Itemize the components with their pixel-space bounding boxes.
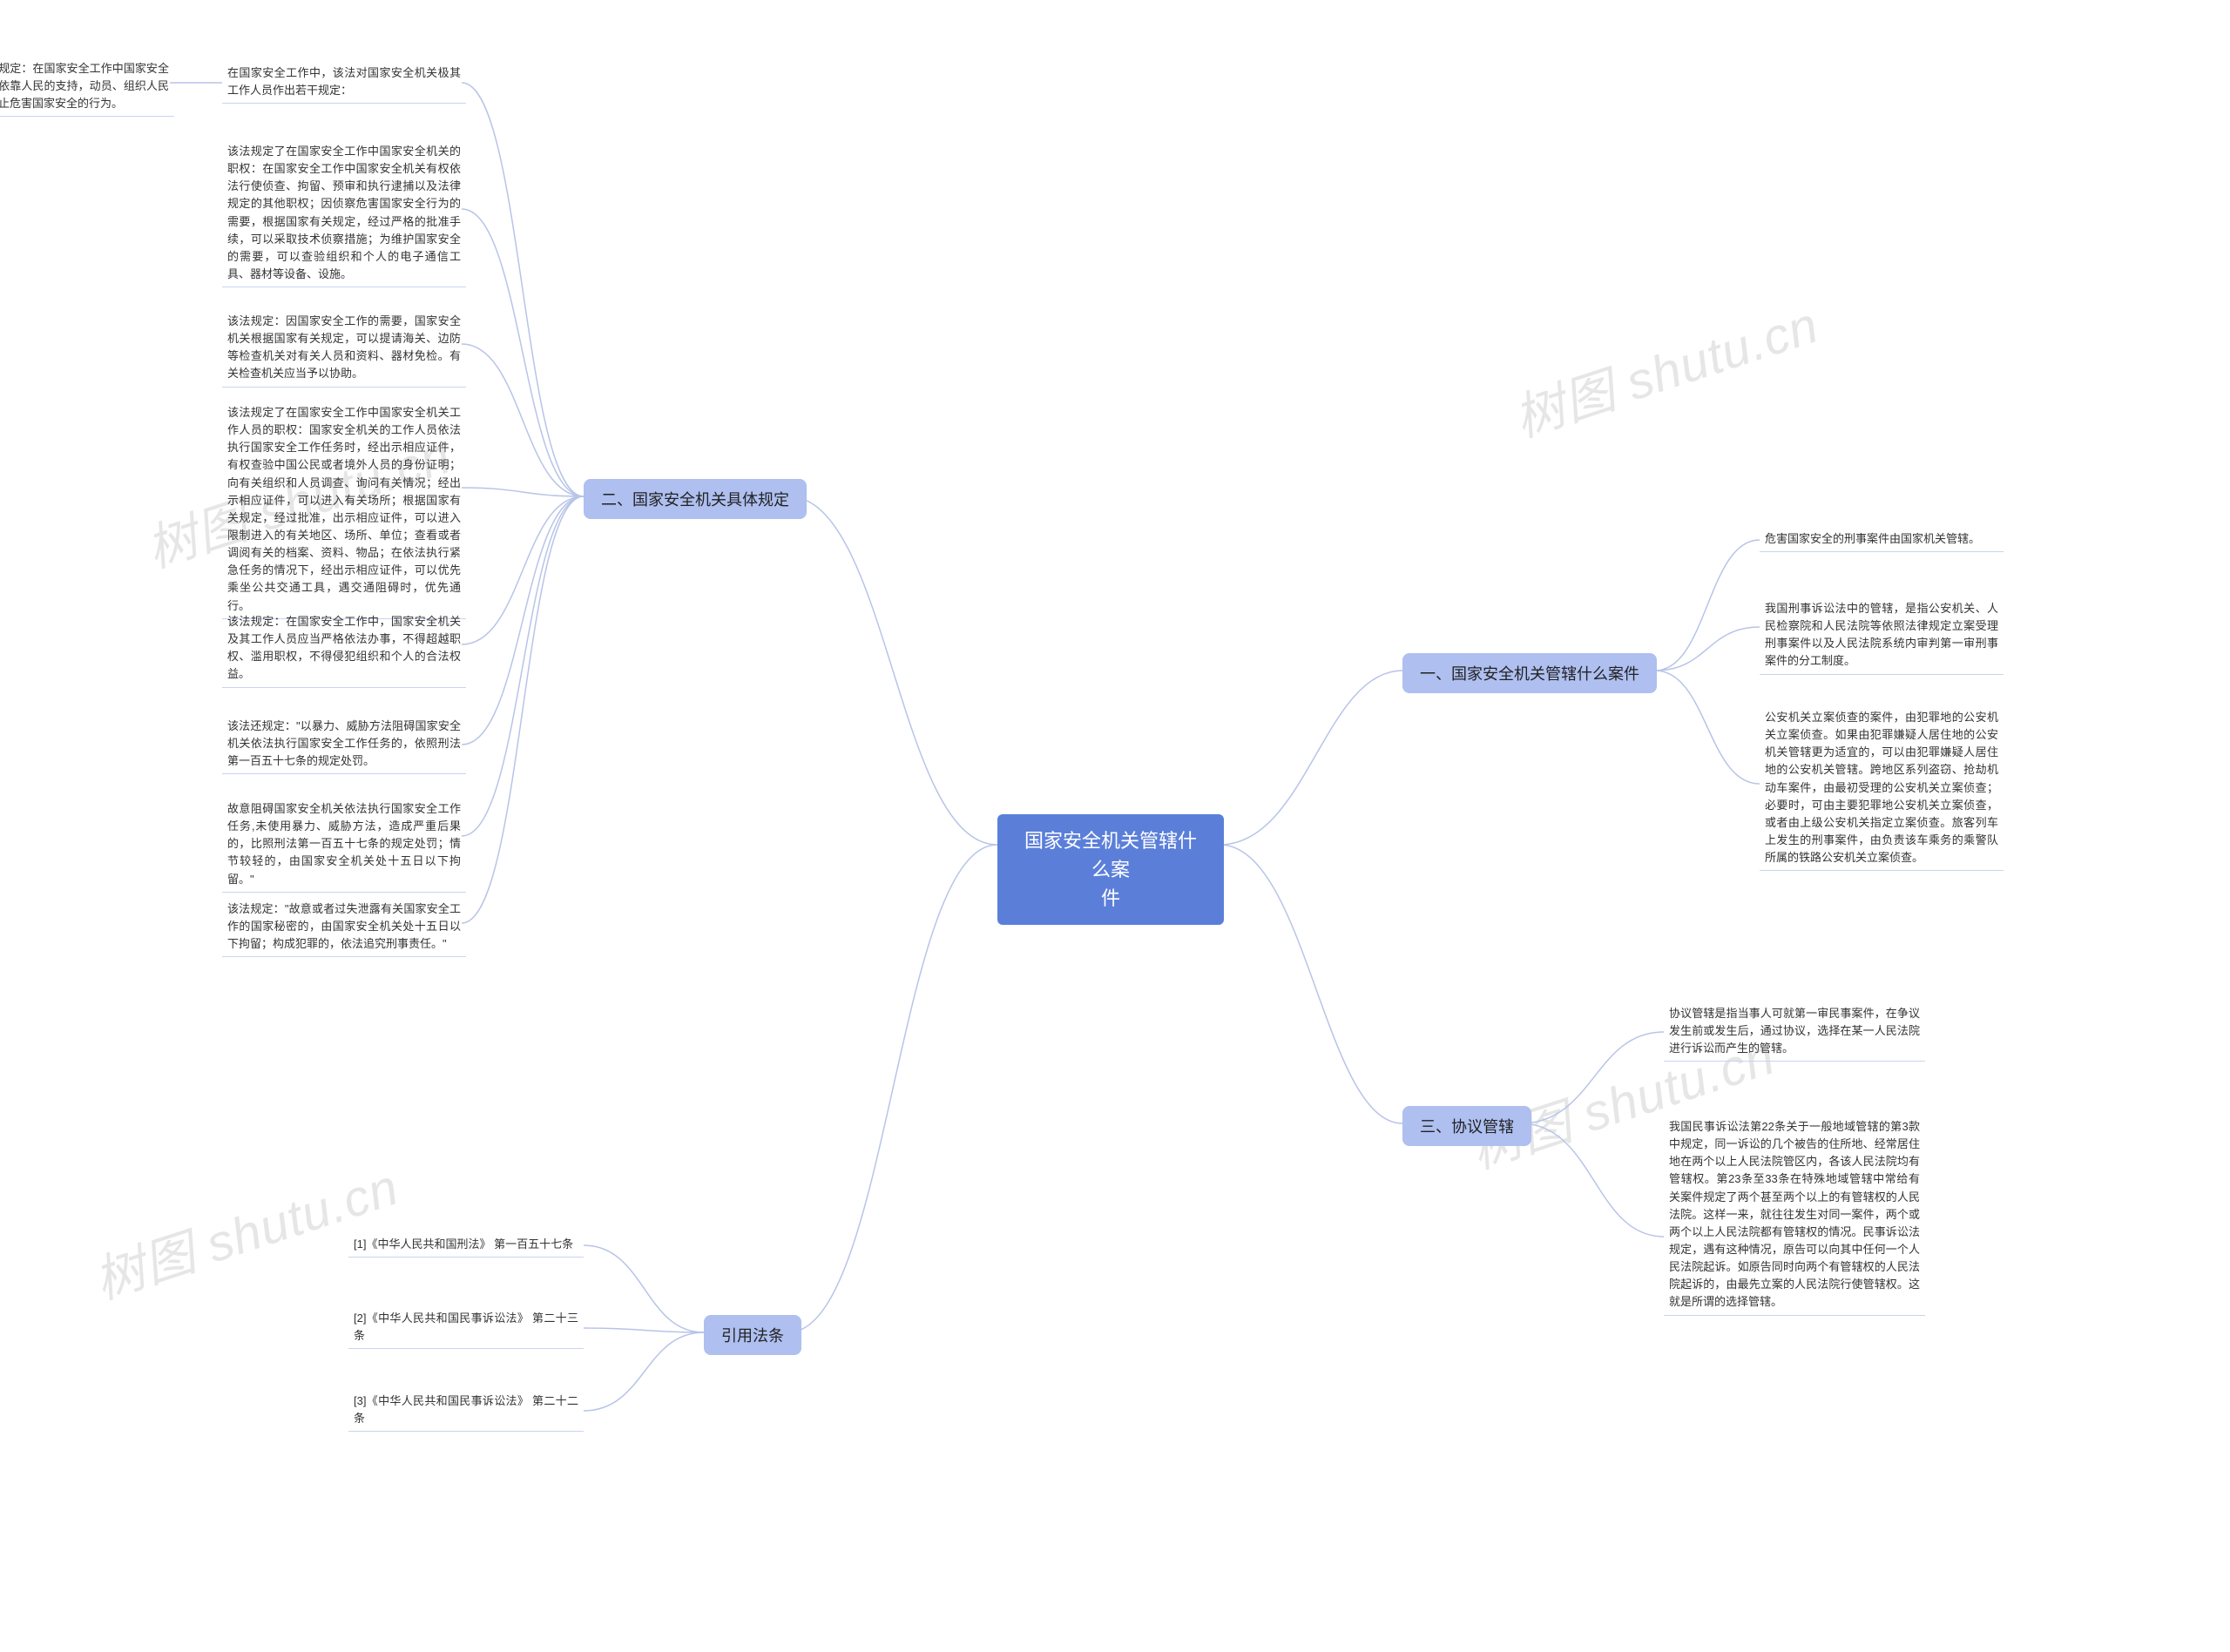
root-line2: 件 bbox=[1017, 884, 1205, 913]
branch-2-leaf-2[interactable]: 该法规定：因国家安全工作的需要，国家安全机关根据国家有关规定，可以提请海关、边防… bbox=[222, 309, 466, 388]
branch-2-leaf-6[interactable]: 故意阻碍国家安全机关依法执行国家安全工作任务,未使用暴力、威胁方法，造成严重后果… bbox=[222, 797, 466, 893]
branch-3-leaf-0[interactable]: 协议管辖是指当事人可就第一审民事案件，在争议发生前或发生后，通过协议，选择在某一… bbox=[1664, 1001, 1925, 1062]
branch-2-leaf-5[interactable]: 该法还规定："以暴力、威胁方法阻碍国家安全机关依法执行国家安全工作任务的，依照刑… bbox=[222, 714, 466, 774]
branch-3[interactable]: 三、协议管辖 bbox=[1402, 1106, 1531, 1146]
branch-2-subleaf[interactable]: 例如该法规定：在国家安全工作中国家安全机关必须依靠人民的支持，动员、组织人民防范… bbox=[0, 57, 174, 117]
branch-2-leaf-0[interactable]: 在国家安全工作中，该法对国家安全机关极其工作人员作出若干规定： bbox=[222, 61, 466, 104]
branch-4-leaf-1[interactable]: [2]《中华人民共和国民事诉讼法》 第二十三条 bbox=[348, 1306, 584, 1349]
watermark: 树图 shutu.cn bbox=[84, 1146, 407, 1313]
branch-1-leaf-2[interactable]: 公安机关立案侦查的案件，由犯罪地的公安机关立案侦查。如果由犯罪嫌疑人居住地的公安… bbox=[1760, 705, 2004, 871]
branch-1-leaf-0[interactable]: 危害国家安全的刑事案件由国家机关管辖。 bbox=[1760, 527, 2004, 552]
mindmap-canvas: 树图 shutu.cn 树图 shutu.cn 树图 shutu.cn 树图 s… bbox=[0, 0, 2230, 1652]
branch-1-leaf-1[interactable]: 我国刑事诉讼法中的管辖，是指公安机关、人民检察院和人民法院等依照法律规定立案受理… bbox=[1760, 597, 2004, 675]
root-line1: 国家安全机关管辖什么案 bbox=[1017, 826, 1205, 884]
branch-1[interactable]: 一、国家安全机关管辖什么案件 bbox=[1402, 653, 1657, 693]
branch-2[interactable]: 二、国家安全机关具体规定 bbox=[584, 479, 807, 519]
branch-4[interactable]: 引用法条 bbox=[704, 1315, 801, 1355]
watermark: 树图 shutu.cn bbox=[1504, 284, 1827, 451]
branch-2-leaf-3[interactable]: 该法规定了在国家安全工作中国家安全机关工作人员的职权：国家安全机关的工作人员依法… bbox=[222, 401, 466, 619]
branch-4-leaf-0[interactable]: [1]《中华人民共和国刑法》 第一百五十七条 bbox=[348, 1232, 584, 1258]
branch-2-leaf-1[interactable]: 该法规定了在国家安全工作中国家安全机关的职权：在国家安全工作中国家安全机关有权依… bbox=[222, 139, 466, 287]
branch-4-leaf-2[interactable]: [3]《中华人民共和国民事诉讼法》 第二十二条 bbox=[348, 1389, 584, 1432]
branch-2-leaf-4[interactable]: 该法规定：在国家安全工作中，国家安全机关及其工作人员应当严格依法办事，不得超越职… bbox=[222, 610, 466, 688]
branch-3-leaf-1[interactable]: 我国民事诉讼法第22条关于一般地域管辖的第3款中规定，同一诉讼的几个被告的住所地… bbox=[1664, 1115, 1925, 1316]
branch-2-leaf-7[interactable]: 该法规定："故意或者过失泄露有关国家安全工作的国家秘密的，由国家安全机关处十五日… bbox=[222, 897, 466, 957]
root-node[interactable]: 国家安全机关管辖什么案 件 bbox=[997, 814, 1224, 925]
